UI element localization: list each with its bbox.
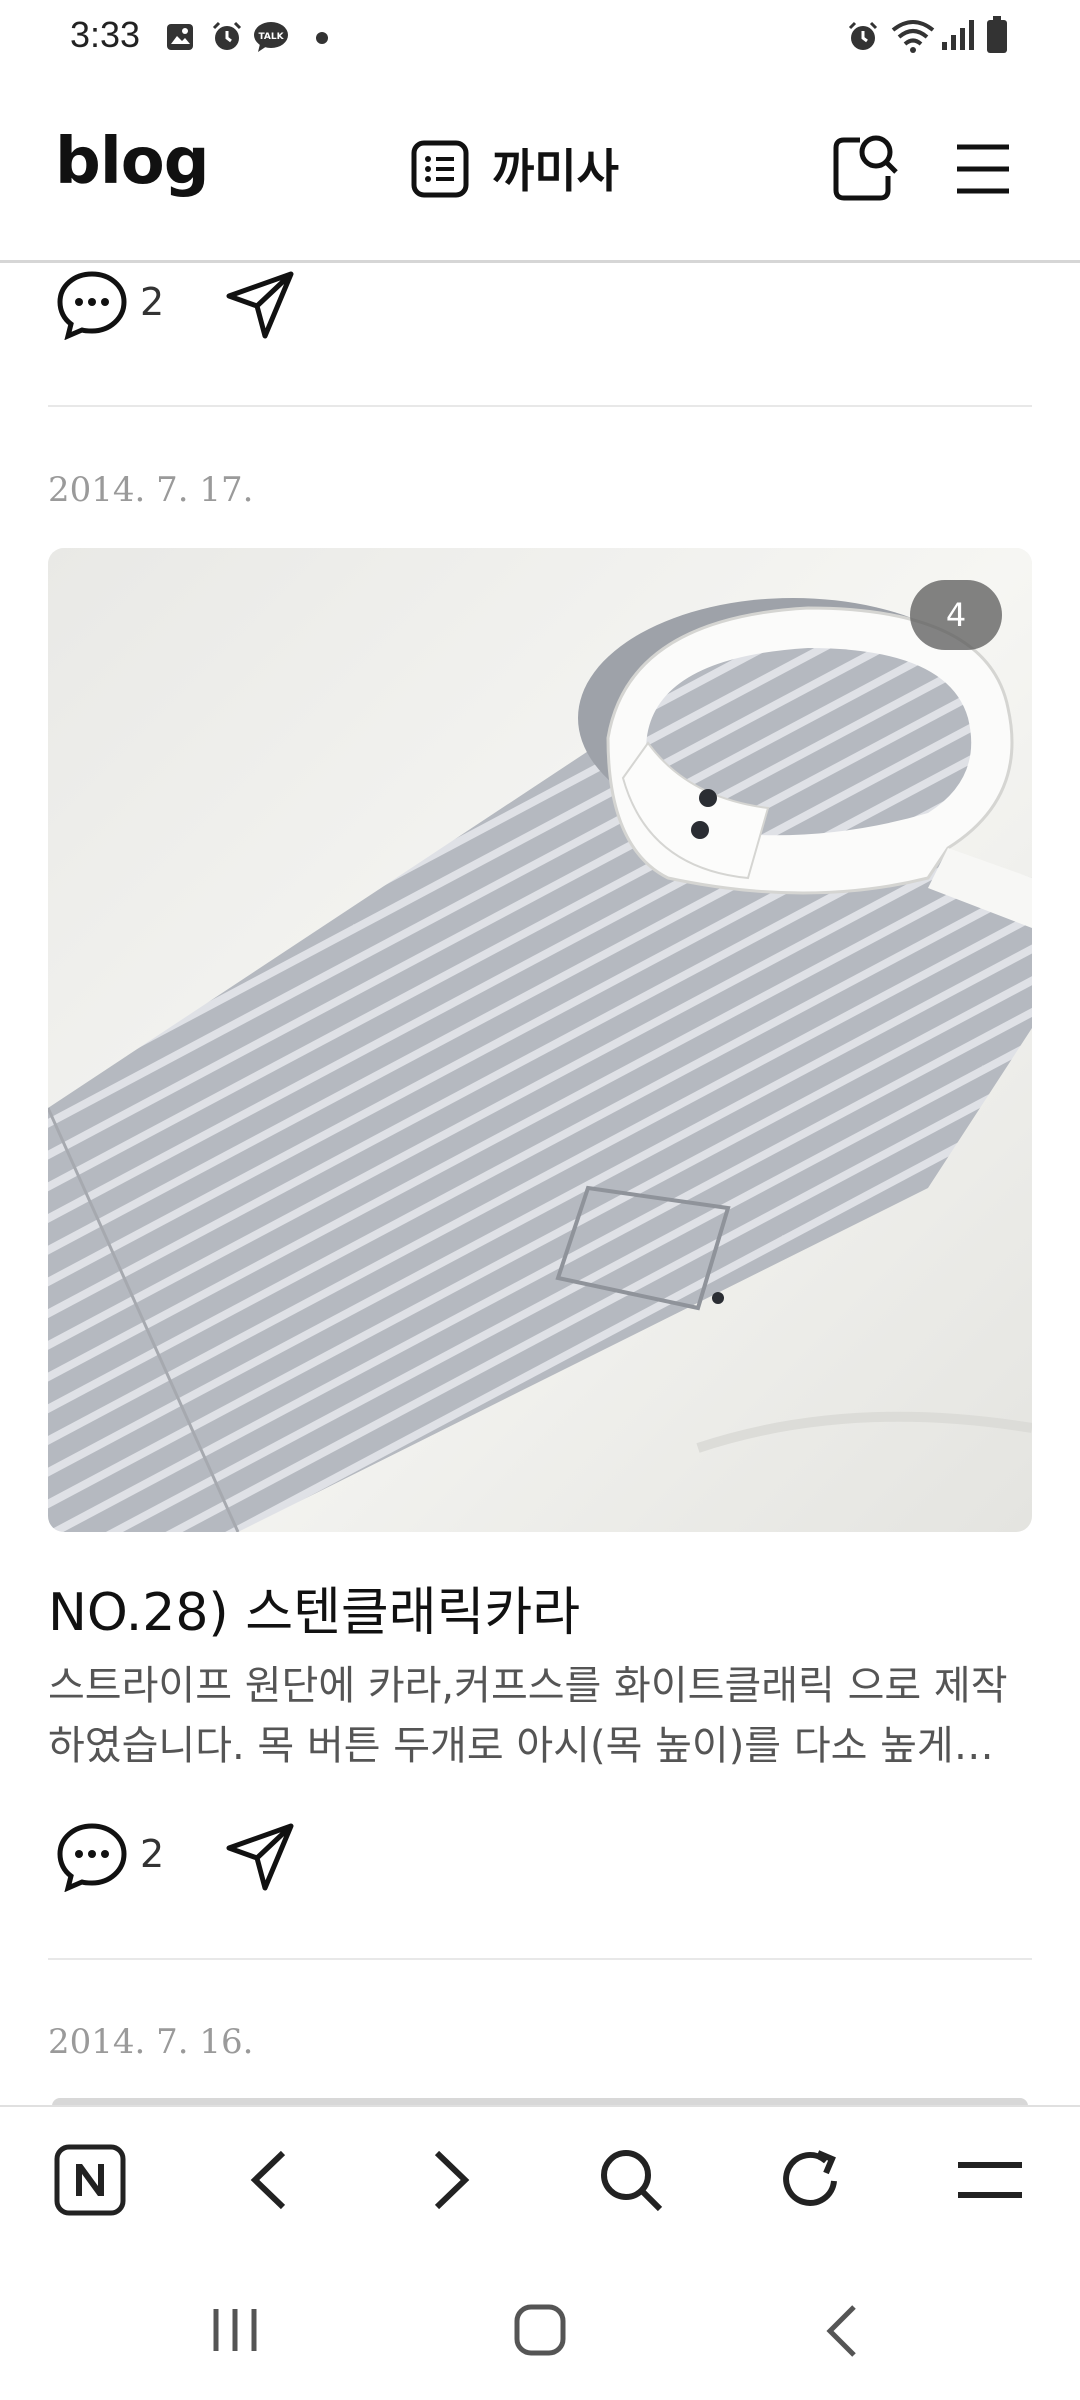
blog-search-icon[interactable] xyxy=(830,130,900,202)
system-nav-bar xyxy=(0,2255,1080,2400)
blog-list-icon[interactable] xyxy=(410,139,470,199)
back-icon[interactable] xyxy=(245,2149,295,2211)
gallery-notification-icon xyxy=(165,22,195,52)
post-image[interactable] xyxy=(48,548,1032,1532)
svg-text:TALK: TALK xyxy=(258,32,284,42)
post-title[interactable]: NO.28) 스텐클래릭카라 xyxy=(48,1570,580,1645)
browser-toolbar xyxy=(0,2105,1080,2257)
wifi-icon xyxy=(890,18,936,54)
recent-apps-icon[interactable] xyxy=(210,2305,260,2355)
talk-notification-icon: TALK xyxy=(252,20,290,54)
system-back-icon[interactable] xyxy=(822,2303,862,2359)
forward-icon[interactable] xyxy=(425,2149,475,2211)
browser-menu-icon[interactable] xyxy=(956,2157,1024,2203)
home-icon[interactable] xyxy=(513,2303,567,2357)
comment-icon[interactable] xyxy=(56,270,128,340)
comment-count: 2 xyxy=(140,280,165,324)
app-header: blog 까미사 xyxy=(0,75,1080,263)
post-date: 2014. 7. 17. xyxy=(48,470,254,510)
image-count-badge: 4 xyxy=(910,580,1002,650)
status-time: 3:33 xyxy=(70,14,141,55)
post-excerpt[interactable]: 스트라이프 원단에 카라,커프스를 화이트클래릭 으로 제작하였습니다. 목 버… xyxy=(48,1656,1038,1776)
alarm-notification-icon xyxy=(210,20,244,54)
naver-home-icon[interactable] xyxy=(54,2144,126,2216)
status-bar: 3:33 TALK xyxy=(0,0,1080,75)
blog-name[interactable]: 까미사 xyxy=(492,135,619,201)
post-date: 2014. 7. 16. xyxy=(48,2022,254,2062)
menu-icon[interactable] xyxy=(955,143,1011,195)
comment-count: 2 xyxy=(140,1832,165,1876)
more-notifications-dot xyxy=(316,32,328,44)
share-icon[interactable] xyxy=(225,270,295,340)
battery-icon xyxy=(986,16,1008,54)
post-divider xyxy=(48,405,1032,407)
refresh-icon[interactable] xyxy=(778,2147,844,2213)
comment-icon[interactable] xyxy=(56,1822,128,1892)
search-icon[interactable] xyxy=(598,2147,664,2213)
alarm-status-icon xyxy=(846,20,880,54)
blog-logo[interactable]: blog xyxy=(55,125,210,199)
share-icon[interactable] xyxy=(225,1822,295,1892)
signal-icon xyxy=(940,18,976,52)
post-divider xyxy=(48,1958,1032,1960)
